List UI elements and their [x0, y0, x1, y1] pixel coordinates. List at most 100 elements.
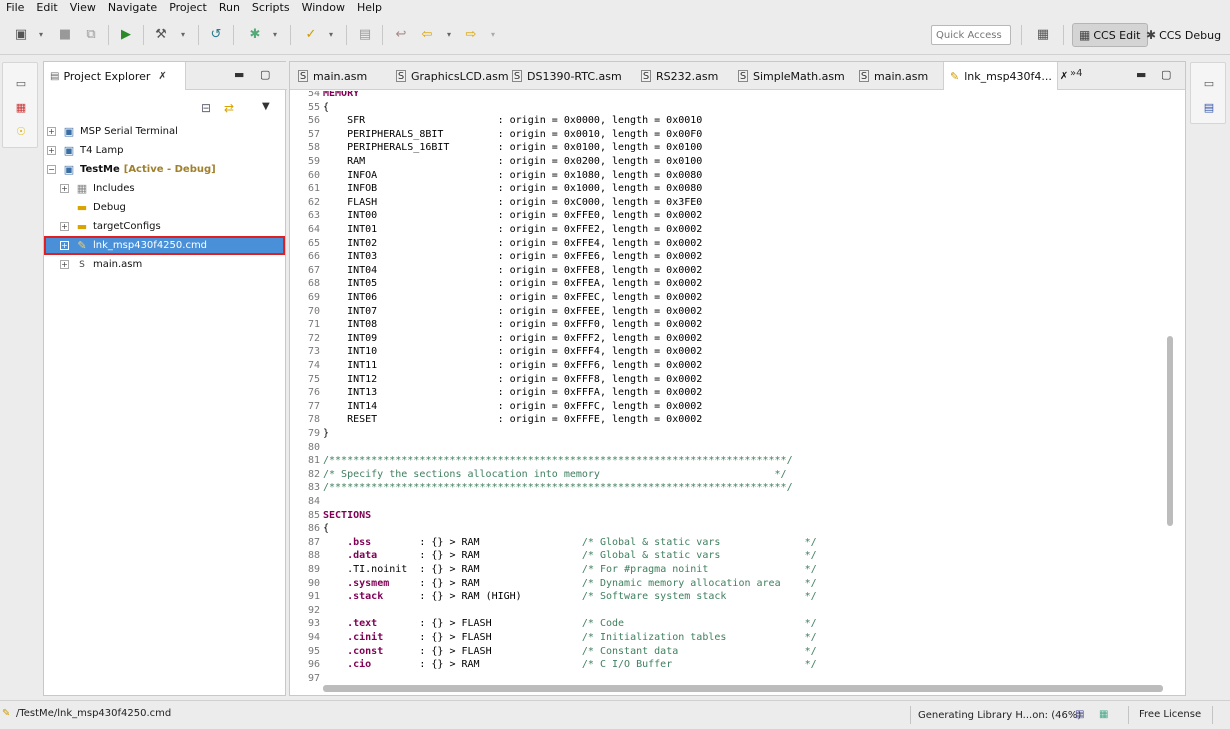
tab-simplemath-asm[interactable]: S SimpleMath.asm	[732, 62, 845, 90]
tree-item-t4-lamp[interactable]: + ▣ T4 Lamp	[44, 141, 285, 160]
close-icon[interactable]: ✗	[1060, 71, 1068, 82]
build-status-icon[interactable]: ▦	[1099, 709, 1108, 720]
tree-item-debug[interactable]: ▬ Debug	[44, 198, 285, 217]
code-line[interactable]: 69 INT06 : origin = 0xFFEC, length = 0x0…	[290, 291, 1165, 305]
code-line[interactable]: 76 INT13 : origin = 0xFFFA, length = 0x0…	[290, 386, 1165, 400]
code-line[interactable]: 88 .data : {} > RAM /* Global & static v…	[290, 549, 1165, 563]
code-line[interactable]: 68 INT05 : origin = 0xFFEA, length = 0x0…	[290, 277, 1165, 291]
perspective-ccs-edit[interactable]: ▦ CCS Edit	[1072, 23, 1148, 47]
tab-linker-cmd[interactable]: ✎ lnk_msp430f4... ✗	[943, 62, 1068, 90]
build-dropdown-icon[interactable]: ▾	[178, 25, 188, 43]
code-line[interactable]: 83/*************************************…	[290, 481, 1165, 495]
tab-main-asm-2[interactable]: Smain.asm	[853, 62, 928, 90]
code-line[interactable]: 62 FLASH : origin = 0xC000, length = 0x3…	[290, 196, 1165, 210]
code-line[interactable]: 60 INFOA : origin = 0x1080, length = 0x0…	[290, 169, 1165, 183]
last-edit-icon[interactable]: ↩	[392, 25, 410, 43]
code-line[interactable]: 92	[290, 604, 1165, 618]
back-icon[interactable]: ⇦	[418, 25, 436, 43]
code-line[interactable]: 75 INT12 : origin = 0xFFF8, length = 0x0…	[290, 373, 1165, 387]
code-line[interactable]: 81/*************************************…	[290, 454, 1165, 468]
horizontal-scrollbar[interactable]	[323, 685, 1163, 692]
perspective-ccs-debug[interactable]: ✱ CCS Debug	[1140, 23, 1227, 47]
tab-overflow-button[interactable]: »4	[1070, 68, 1082, 79]
code-line[interactable]: 90 .sysmem : {} > RAM /* Dynamic memory …	[290, 577, 1165, 591]
code-line[interactable]: 64 INT01 : origin = 0xFFE2, length = 0x0…	[290, 223, 1165, 237]
code-line[interactable]: 94 .cinit : {} > FLASH /* Initialization…	[290, 631, 1165, 645]
code-line[interactable]: 86{	[290, 522, 1165, 536]
code-line[interactable]: 65 INT02 : origin = 0xFFE4, length = 0x0…	[290, 237, 1165, 251]
code-line[interactable]: 79}	[290, 427, 1165, 441]
expand-icon[interactable]: +	[60, 241, 69, 250]
build-run-icon[interactable]: ▶	[117, 25, 135, 43]
forward-dropdown-icon[interactable]: ▾	[488, 25, 498, 43]
expand-icon[interactable]: +	[47, 127, 56, 136]
code-line[interactable]: 78 RESET : origin = 0xFFFE, length = 0x0…	[290, 413, 1165, 427]
expand-icon[interactable]: +	[60, 260, 69, 269]
expand-icon[interactable]: +	[47, 146, 56, 155]
tree-item-includes[interactable]: + ▦ Includes	[44, 179, 285, 198]
code-line[interactable]: 56 SFR : origin = 0x0000, length = 0x001…	[290, 114, 1165, 128]
tab-rs232-asm[interactable]: S RS232.asm	[635, 62, 718, 90]
menu-file[interactable]: File	[0, 0, 30, 16]
progress-text[interactable]: Generating Library H...on: (46%)	[918, 710, 1081, 721]
debug-dropdown-icon[interactable]: ▾	[270, 25, 280, 43]
tree-item-targetconfigs[interactable]: + ▬ targetConfigs	[44, 217, 285, 236]
save-icon[interactable]: ■	[56, 25, 74, 43]
code-line[interactable]: 82/* Specify the sections allocation int…	[290, 468, 1165, 482]
expand-icon[interactable]: +	[60, 222, 69, 231]
bug-icon[interactable]: ✱	[246, 25, 264, 43]
debug-icon[interactable]: ↺	[207, 25, 225, 43]
code-line[interactable]: 67 INT04 : origin = 0xFFE8, length = 0x0…	[290, 264, 1165, 278]
collapse-all-icon[interactable]: ⊟	[201, 101, 211, 115]
tree-item-msp-serial-terminal[interactable]: + ▣ MSP Serial Terminal	[44, 122, 285, 141]
back-dropdown-icon[interactable]: ▾	[444, 25, 454, 43]
menu-help[interactable]: Help	[351, 0, 388, 16]
code-line[interactable]: 84	[290, 495, 1165, 509]
code-line[interactable]: 58 PERIPHERALS_16BIT : origin = 0x0100, …	[290, 141, 1165, 155]
new-icon[interactable]: ▣	[12, 25, 30, 43]
code-line[interactable]: 70 INT07 : origin = 0xFFEE, length = 0x0…	[290, 305, 1165, 319]
maximize-icon[interactable]: ▢	[260, 68, 270, 81]
restore-right-icon[interactable]: ▭	[1201, 75, 1217, 91]
tree-item-main-asm[interactable]: + S main.asm	[44, 255, 285, 274]
code-line[interactable]: 74 INT11 : origin = 0xFFF6, length = 0x0…	[290, 359, 1165, 373]
code-line[interactable]: 95 .const : {} > FLASH /* Constant data …	[290, 645, 1165, 659]
menu-run[interactable]: Run	[213, 0, 246, 16]
menu-view[interactable]: View	[64, 0, 102, 16]
code-line[interactable]: 91 .stack : {} > RAM (HIGH) /* Software …	[290, 590, 1165, 604]
menu-window[interactable]: Window	[296, 0, 351, 16]
code-line[interactable]: 57 PERIPHERALS_8BIT : origin = 0x0010, l…	[290, 128, 1165, 142]
vertical-scrollbar[interactable]	[1166, 91, 1174, 681]
quick-access-input[interactable]	[931, 25, 1011, 45]
tab-ds1390-rtc-asm[interactable]: S DS1390-RTC.asm	[506, 62, 622, 90]
menu-navigate[interactable]: Navigate	[102, 0, 163, 16]
hammer-icon[interactable]: ⚒	[152, 25, 170, 43]
outline-icon[interactable]: ▦	[13, 99, 29, 115]
view-menu-icon[interactable]: ▼	[262, 101, 270, 112]
expand-icon[interactable]: +	[60, 184, 69, 193]
code-line[interactable]: 97	[290, 672, 1165, 681]
project-explorer-tab[interactable]: ▤ Project Explorer ✗	[44, 62, 186, 90]
vertical-scroll-thumb[interactable]	[1167, 336, 1173, 526]
close-icon[interactable]: ✗	[158, 71, 166, 82]
open-perspective-icon[interactable]: ▦	[1034, 25, 1052, 43]
forward-icon[interactable]: ⇨	[462, 25, 480, 43]
tree-item-linker-cmd[interactable]: + ✎ lnk_msp430f4250.cmd	[44, 236, 285, 255]
menu-edit[interactable]: Edit	[30, 0, 63, 16]
tab-graphicslcd-asm[interactable]: S GraphicsLCD.asm	[390, 62, 509, 90]
terminal-icon[interactable]: ▤	[356, 25, 374, 43]
flash-icon[interactable]: ✓	[302, 25, 320, 43]
minimize-icon[interactable]: ▬	[234, 68, 244, 81]
link-with-editor-icon[interactable]: ⇄	[224, 101, 234, 115]
tree-item-testme[interactable]: − ▣ TestMe [Active - Debug]	[44, 160, 285, 179]
code-line[interactable]: 96 .cio : {} > RAM /* C I/O Buffer */	[290, 658, 1165, 672]
code-line[interactable]: 77 INT14 : origin = 0xFFFC, length = 0x0…	[290, 400, 1165, 414]
collapse-icon[interactable]: −	[47, 165, 56, 174]
code-line[interactable]: 66 INT03 : origin = 0xFFE6, length = 0x0…	[290, 250, 1165, 264]
editor-maximize-icon[interactable]: ▢	[1161, 68, 1171, 81]
tab-main-asm[interactable]: Smain.asm	[292, 62, 367, 90]
console-icon[interactable]: ▤	[1201, 99, 1217, 115]
code-line[interactable]: 59 RAM : origin = 0x0200, length = 0x010…	[290, 155, 1165, 169]
new-dropdown-icon[interactable]: ▾	[36, 25, 46, 43]
code-line[interactable]: 55{	[290, 101, 1165, 115]
